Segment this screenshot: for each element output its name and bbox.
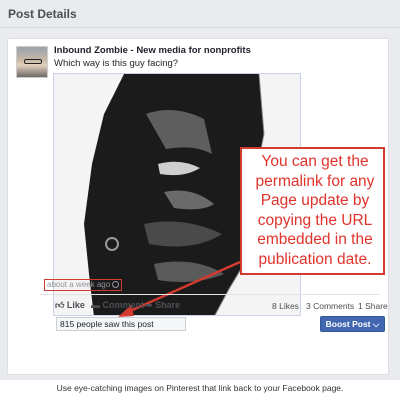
globe-icon [112, 281, 119, 288]
thumbs-up-icon: 👍︎ [55, 300, 65, 310]
like-label: Like [66, 300, 85, 310]
like-button[interactable]: 👍︎ Like [55, 300, 85, 311]
share-button[interactable]: ➦ Share [145, 300, 180, 311]
image-caption: Use eye-catching images on Pinterest tha… [56, 383, 344, 393]
comments-count[interactable]: 3 Comments [306, 301, 354, 311]
shares-count[interactable]: 1 Share [358, 301, 388, 311]
boost-post-button[interactable]: Boost Post ⌵ [320, 316, 385, 332]
likes-count[interactable]: 8 Likes [272, 301, 299, 311]
comment-icon: ▬ [91, 300, 100, 310]
reach-text: 815 people saw this post [60, 319, 154, 329]
chevron-down-icon: ⌵ [372, 319, 380, 329]
share-label: Share [155, 300, 181, 310]
share-arrow-icon: ➦ [145, 300, 153, 310]
comment-label: Comment [102, 300, 145, 310]
boost-label: Boost Post [325, 319, 371, 329]
comment-button[interactable]: ▬ Comment [91, 300, 144, 310]
divider [40, 294, 380, 295]
post-timestamp-link[interactable]: about a week ago [47, 280, 110, 289]
annotation-arrow-icon [118, 260, 241, 317]
